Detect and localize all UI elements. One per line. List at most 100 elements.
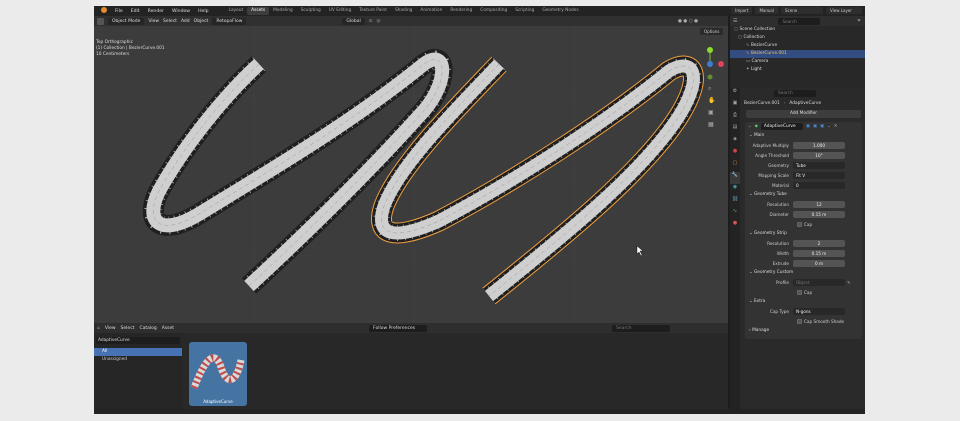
viewport-menu-select[interactable]: Select <box>163 19 177 24</box>
pan-hand-icon[interactable]: ✋ <box>708 96 715 104</box>
ortho-grid-icon[interactable]: ▦ <box>708 121 714 128</box>
tab-texture-paint[interactable]: Texture Paint <box>355 7 391 15</box>
menu-window[interactable]: Window <box>168 9 194 14</box>
y-axis-icon[interactable] <box>707 47 713 53</box>
cap-smooth-shade-checkbox[interactable]: Cap Smooth Shade <box>745 316 862 326</box>
geometry-dropdown[interactable]: Tube <box>793 161 845 169</box>
tab-geometry-nodes[interactable]: Geometry Nodes <box>538 7 582 15</box>
menu-help[interactable]: Help <box>194 9 212 14</box>
editor-type-icon[interactable] <box>97 17 104 25</box>
zoom-icon[interactable]: ⌕ <box>708 85 711 92</box>
asset-menu-catalog[interactable]: Catalog <box>139 326 156 331</box>
outliner-camera[interactable]: ▭ Camera <box>730 58 865 66</box>
asset-menu-view[interactable]: View <box>105 326 116 331</box>
checkbox-box[interactable] <box>797 318 802 324</box>
modifier-menu-icon[interactable]: ⌄ <box>827 124 831 129</box>
expand-chevron-icon[interactable]: ⌄ <box>748 124 752 129</box>
asset-menu-select[interactable]: Select <box>121 326 135 331</box>
menu-edit[interactable]: Edit <box>127 9 144 14</box>
camera-view-icon[interactable]: ▣ <box>708 109 714 116</box>
viewport-menu-add[interactable]: Add <box>181 19 190 24</box>
tab-rendering[interactable]: Rendering <box>446 7 476 15</box>
material-field[interactable]: 0 <box>793 181 845 189</box>
scene-selector[interactable]: Scene <box>781 7 823 14</box>
viewport-menu-view[interactable]: View <box>148 19 159 24</box>
add-modifier-button[interactable]: Add Modifier <box>746 110 861 118</box>
cap-type-dropdown[interactable]: N-gons <box>793 307 845 315</box>
catalog-unassigned[interactable]: Unassigned <box>94 356 182 364</box>
view-layer-selector[interactable]: View Layer <box>826 7 862 14</box>
physics-tab-icon[interactable]: ◉ <box>730 184 740 196</box>
viewport-menu-object[interactable]: Object <box>194 19 209 24</box>
catalog-all[interactable]: All <box>94 348 182 356</box>
tube-diameter-field[interactable]: 0.15 m <box>793 210 845 218</box>
custom-cap-checkbox[interactable]: Cap <box>745 287 862 297</box>
render-toggle-icon[interactable]: ▣ <box>820 124 824 129</box>
object-tab-icon[interactable]: ▢ <box>730 160 740 172</box>
outliner-scene-collection[interactable]: ▢ Scene Collection <box>730 26 865 34</box>
outliner-beziercurve-001[interactable]: ∿ BezierCurve.001 <box>730 50 865 58</box>
section-extra[interactable]: ⌄ Extra <box>745 297 862 306</box>
import-button[interactable]: Import <box>731 7 753 14</box>
transform-orientation[interactable]: Global <box>342 17 365 25</box>
asset-editor-icon[interactable]: ⌂ <box>97 326 100 331</box>
angle-threshold-field[interactable]: 10° <box>793 151 845 159</box>
strip-resolution-field[interactable]: 2 <box>793 239 845 247</box>
modifier-name-field[interactable]: AdaptiveCurve <box>760 123 803 130</box>
modifier-tab-icon[interactable]: 🔧 <box>730 172 740 184</box>
options-dropdown[interactable]: Options <box>700 28 724 35</box>
checkbox-box[interactable] <box>797 289 802 295</box>
tab-scripting[interactable]: Scripting <box>511 7 538 15</box>
section-main[interactable]: ⌄ Main <box>745 131 862 140</box>
library-selector[interactable]: AdaptiveCurve <box>96 337 180 344</box>
tube-resolution-field[interactable]: 12 <box>793 200 845 208</box>
section-geometry-tube[interactable]: ⌄ Geometry Tube <box>745 190 862 199</box>
section-geometry-custom[interactable]: ⌄ Geometry Custom <box>745 268 862 277</box>
world-tab-icon[interactable]: ● <box>730 148 740 160</box>
proportional-edit-icon[interactable]: ◎ <box>377 19 381 24</box>
3d-viewport[interactable]: Object Mode View Select Add Object Retop… <box>94 16 728 323</box>
x-axis-icon[interactable] <box>718 61 724 67</box>
menu-file[interactable]: File <box>111 9 127 14</box>
eyedropper-icon[interactable]: ✎ <box>847 280 851 285</box>
import-method-dropdown[interactable]: Follow Preferences <box>369 324 428 332</box>
data-tab-icon[interactable]: ∿ <box>730 208 740 220</box>
scene-tab-icon[interactable]: ◈ <box>730 136 740 148</box>
asset-search-input[interactable]: Search <box>612 324 671 332</box>
edit-mode-toggle-icon[interactable]: ▣ <box>806 124 810 129</box>
checkbox-box[interactable] <box>797 221 802 227</box>
outliner-collection[interactable]: ▢ Collection <box>730 34 865 42</box>
z-axis-icon[interactable] <box>707 61 713 67</box>
retopoflow-menu[interactable]: RetopoFlow <box>212 17 247 25</box>
tab-compositing[interactable]: Compositing <box>476 7 511 15</box>
strip-width-field[interactable]: 0.15 m <box>793 249 845 257</box>
render-tab-icon[interactable]: ▣ <box>730 100 740 112</box>
section-geometry-strip[interactable]: ⌄ Geometry Strip <box>745 229 862 238</box>
tool-tab-icon[interactable]: ⚙ <box>730 88 740 100</box>
menu-render[interactable]: Render <box>144 9 168 14</box>
remove-modifier-icon[interactable]: ✕ <box>834 124 838 129</box>
properties-search-input[interactable]: Search <box>774 89 816 97</box>
view-layer-tab-icon[interactable]: ▤ <box>730 124 740 136</box>
outliner-editor-icon[interactable]: ☰ <box>733 18 737 24</box>
snap-icon[interactable]: ⊙ <box>369 19 373 24</box>
filter-icon[interactable]: ⏷ <box>857 18 861 24</box>
outliner-light[interactable]: ✦ Light <box>730 66 865 74</box>
mapping-scale-dropdown[interactable]: Fit V <box>793 171 845 179</box>
profile-object-field[interactable]: Object <box>793 278 845 286</box>
outliner-search-input[interactable]: Search <box>778 17 821 25</box>
constraint-tab-icon[interactable]: ⛓ <box>730 196 740 208</box>
blender-logo-icon[interactable] <box>97 7 111 15</box>
shading-solid-icon[interactable]: ● ● ○ ● <box>678 19 698 24</box>
outliner-beziercurve[interactable]: ∿ BezierCurve <box>730 42 865 50</box>
section-manage[interactable]: › Manage <box>745 326 862 335</box>
tab-sculpting[interactable]: Sculpting <box>297 7 325 15</box>
manual-button[interactable]: Manual <box>755 7 778 14</box>
material-tab-icon[interactable]: ● <box>730 220 740 232</box>
strip-extrude-field[interactable]: 0 m <box>793 259 845 267</box>
tube-cap-checkbox[interactable]: Cap <box>745 219 862 229</box>
navigation-gizmo[interactable]: ⌕ ✋ ▣ ▦ <box>707 44 727 144</box>
viewport-toggle-icon[interactable]: ▣ <box>813 124 817 129</box>
tab-uv-editing[interactable]: UV Editing <box>325 7 355 15</box>
adaptive-multiply-field[interactable]: 1.000 <box>793 141 845 149</box>
